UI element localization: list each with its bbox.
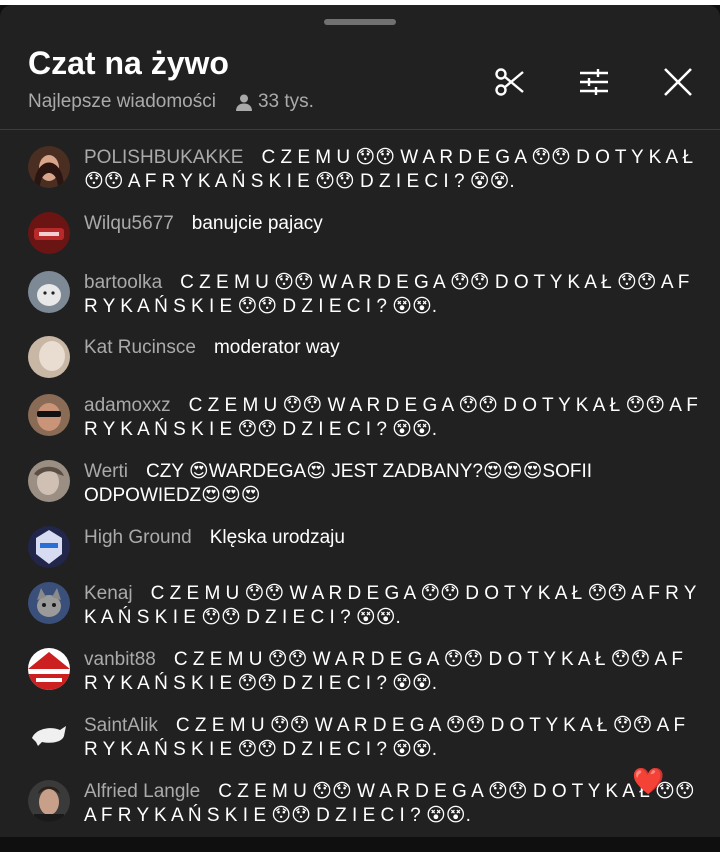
close-icon[interactable] [657,61,699,103]
chat-mode-label: Najlepsze wiadomości [28,91,216,112]
chat-message: Werti CZY 😍WARDEGA😍 JEST ZADBANY?😍😍😍SOFII… [28,460,698,508]
live-chat-sheet: Czat na żywo Najlepsze wiadomości 33 tys… [0,5,720,852]
chat-message: SaintAlik C Z E M U 😯😯 W A R D E G A 😯😯 D… [28,714,698,762]
avatar[interactable] [28,582,70,624]
message-author[interactable]: adamoxxz [84,395,171,416]
message-author[interactable]: vanbit88 [84,649,156,670]
avatar[interactable] [28,271,70,313]
avatar[interactable] [28,212,70,254]
message-author[interactable]: POLISHBUKAKKE [84,147,243,168]
message-author[interactable]: Alfried Langle [84,781,200,802]
scissors-icon[interactable] [489,61,531,103]
sliders-icon[interactable] [573,61,615,103]
message-text: C Z E M U 😯😯 W A R D E G A 😯😯 D O T Y K … [84,395,698,440]
message-author[interactable]: Kenaj [84,583,133,604]
avatar[interactable] [28,146,70,188]
avatar[interactable] [28,780,70,822]
chat-list[interactable]: POLISHBUKAKKE C Z E M U 😯😯 W A R D E G A … [0,130,720,842]
chat-message: bartoolka C Z E M U 😯😯 W A R D E G A 😯😯 D… [28,271,698,319]
avatar[interactable] [28,526,70,568]
viewer-count: 33 tys. [234,91,314,113]
message-text: banujcie pajacy [191,213,323,234]
message-text: CZY 😍WARDEGA😍 JEST ZADBANY?😍😍😍SOFII ODPO… [84,461,593,506]
avatar[interactable] [28,648,70,690]
chat-message: Kenaj C Z E M U 😯😯 W A R D E G A 😯😯 D O T… [28,582,698,630]
message-author[interactable]: bartoolka [84,272,162,293]
message-author[interactable]: SaintAlik [84,715,158,736]
avatar[interactable] [28,394,70,436]
chat-message: Kat Rucinsce moderator way [28,336,698,378]
message-text: C Z E M U 😯😯 W A R D E G A 😯😯 D O T Y K … [84,272,690,317]
message-author[interactable]: Kat Rucinsce [84,337,196,358]
message-text: moderator way [213,337,340,358]
heart-reaction: ❤️ [632,766,665,796]
message-author[interactable]: High Ground [84,527,192,548]
message-author[interactable]: Wilqu5677 [84,213,174,234]
person-icon [235,94,252,111]
chat-message: Alfried Langle C Z E M U 😯😯 W A R D E G A… [28,780,698,828]
drag-handle[interactable] [324,19,396,25]
message-author[interactable]: Werti [84,461,128,482]
bottom-bar [0,837,720,852]
chat-message: adamoxxz C Z E M U 😯😯 W A R D E G A 😯😯 D … [28,394,698,442]
chat-message: POLISHBUKAKKE C Z E M U 😯😯 W A R D E G A … [28,146,698,194]
chat-message: vanbit88 C Z E M U 😯😯 W A R D E G A 😯😯 D … [28,648,698,696]
message-text: C Z E M U 😯😯 W A R D E G A 😯😯 D O T Y K … [84,649,684,694]
avatar[interactable] [28,336,70,378]
chat-message: Wilqu5677 banujcie pajacy [28,212,698,254]
page-title: Czat na żywo [28,45,229,81]
chat-message: High Ground Klęska urodzaju [28,526,698,568]
message-text: C Z E M U 😯😯 W A R D E G A 😯😯 D O T Y K … [84,583,697,628]
message-text: C Z E M U 😯😯 W A R D E G A 😯😯 D O T Y K … [84,715,686,760]
avatar[interactable] [28,714,70,756]
viewer-count-text: 33 tys. [257,91,314,112]
message-text: Klęska urodzaju [209,527,345,548]
chat-mode-row[interactable]: Najlepsze wiadomości 33 tys. [28,91,314,113]
avatar[interactable] [28,460,70,502]
